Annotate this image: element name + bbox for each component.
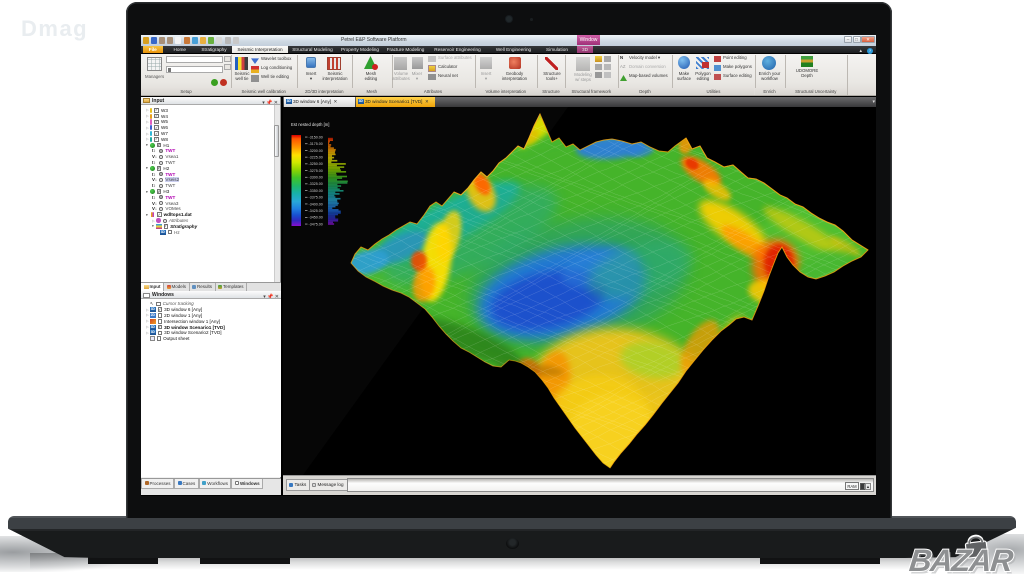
svg-text:-3475.00: -3475.00 [309,222,323,226]
svg-text:-3375.00: -3375.00 [309,195,323,199]
svg-text:-3300.00: -3300.00 [309,175,323,179]
svg-text:-3350.00: -3350.00 [309,188,323,192]
svg-text:-3200.00: -3200.00 [309,148,323,152]
svg-text:-3325.00: -3325.00 [309,182,323,186]
svg-text:-3400.00: -3400.00 [309,202,323,206]
svg-text:-3450.00: -3450.00 [309,215,323,219]
svg-text:Est nested depth [m]: Est nested depth [m] [291,122,329,127]
svg-text:-3150.00: -3150.00 [309,135,323,139]
svg-text:-3225.00: -3225.00 [309,155,323,159]
svg-text:-3425.00: -3425.00 [309,209,323,213]
svg-text:BAZAR: BAZAR [908,543,1016,578]
svg-text:-3250.00: -3250.00 [309,162,323,166]
svg-text:-3175.00: -3175.00 [309,142,323,146]
svg-text:-3275.00: -3275.00 [309,168,323,172]
